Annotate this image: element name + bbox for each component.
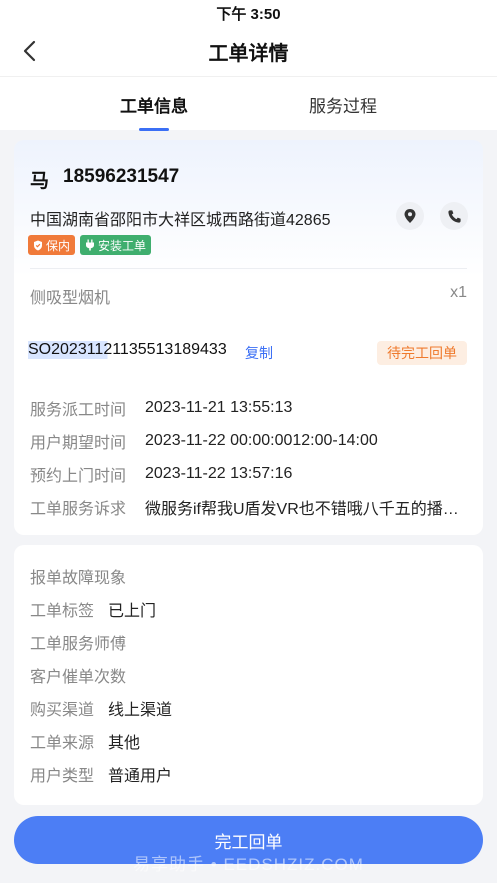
customer-name: 马 xyxy=(30,171,50,192)
field-order-tag: 工单标签 已上门 xyxy=(30,592,473,625)
location-button[interactable] xyxy=(396,202,424,230)
field-reminder-count: 客户催单次数 xyxy=(30,658,473,691)
order-number: SO20231121135513189433 xyxy=(28,341,227,359)
field-value: 已上门 xyxy=(108,602,157,620)
customer-tags: 保内 安装工单 xyxy=(28,235,152,255)
product-row: 侧吸型烟机 x1 xyxy=(30,284,467,308)
field-technician: 工单服务师傅 xyxy=(30,625,473,658)
order-number-row: SO20231121135513189433 复制 待完工回单 xyxy=(14,341,483,365)
product-quantity: x1 xyxy=(450,284,467,301)
tab-order-info[interactable]: 工单信息 xyxy=(79,77,229,131)
field-value: 普通用户 xyxy=(108,767,173,785)
order-card: SO20231121135513189433 复制 待完工回单 服务派工时间 2… xyxy=(14,325,483,535)
field-value: 线上渠道 xyxy=(108,701,173,719)
tag-label: 安装工单 xyxy=(98,238,147,253)
field-label: 工单来源 xyxy=(30,734,95,752)
customer-phone: 18596231547 xyxy=(63,166,180,187)
status-bar: 下午 3:50 xyxy=(0,0,497,26)
page-title: 工单详情 xyxy=(208,42,289,65)
divider xyxy=(30,268,467,269)
field-label: 工单服务诉求 xyxy=(30,500,127,518)
field-label: 客户催单次数 xyxy=(30,668,127,686)
shield-icon xyxy=(34,240,42,250)
field-label: 购买渠道 xyxy=(30,701,95,719)
field-fault: 报单故障现象 xyxy=(30,559,473,592)
customer-address: 中国湖南省邵阳市大祥区城西路街道42865 xyxy=(30,212,331,229)
plug-icon xyxy=(86,239,95,251)
field-label: 用户类型 xyxy=(30,767,95,785)
field-label: 报单故障现象 xyxy=(30,569,127,587)
field-user-type: 用户类型 普通用户 xyxy=(30,757,473,790)
field-value: 2023-11-22 00:00:0012:00-14:00 xyxy=(145,431,378,449)
complete-order-button[interactable]: 完工回单 xyxy=(14,816,483,864)
back-button[interactable] xyxy=(16,38,42,64)
phone-icon xyxy=(447,209,461,223)
tag-label: 保内 xyxy=(46,238,71,253)
order-fields: 服务派工时间 2023-11-21 13:55:13 用户期望时间 2023-1… xyxy=(30,391,473,523)
tab-bar: 工单信息 服务过程 xyxy=(0,76,497,131)
field-purchase-channel: 购买渠道 线上渠道 xyxy=(30,691,473,724)
field-value: 2023-11-21 13:55:13 xyxy=(145,398,293,416)
chevron-left-icon xyxy=(23,40,36,62)
nav-bar: 工单详情 xyxy=(0,26,497,76)
status-badge: 待完工回单 xyxy=(377,341,467,365)
call-button[interactable] xyxy=(440,202,468,230)
field-label: 预约上门时间 xyxy=(30,467,127,485)
field-label: 工单服务师傅 xyxy=(30,635,127,653)
field-label: 工单标签 xyxy=(30,602,95,620)
tag-install: 安装工单 xyxy=(80,235,152,255)
field-value: 2023-11-22 13:57:16 xyxy=(145,464,293,482)
tag-warranty: 保内 xyxy=(28,235,76,255)
field-value: 微服务if帮我U盾发VR也不错哦八千五的播… xyxy=(145,500,459,518)
field-service-request: 工单服务诉求 微服务if帮我U盾发VR也不错哦八千五的播… xyxy=(30,490,473,523)
field-value: 其他 xyxy=(108,734,141,752)
field-expected-time: 用户期望时间 2023-11-22 00:00:0012:00-14:00 xyxy=(30,424,473,457)
field-appointment-time: 预约上门时间 2023-11-22 13:57:16 xyxy=(30,457,473,490)
product-name: 侧吸型烟机 xyxy=(30,290,111,307)
copy-button[interactable]: 复制 xyxy=(245,343,273,363)
field-label: 用户期望时间 xyxy=(30,434,127,452)
tab-label: 工单信息 xyxy=(120,96,188,116)
field-label: 服务派工时间 xyxy=(30,401,127,419)
tab-active-indicator xyxy=(139,128,169,131)
field-order-source: 工单来源 其他 xyxy=(30,724,473,757)
extra-fields: 报单故障现象 工单标签 已上门 工单服务师傅 客户催单次数 购买渠道 线上渠道 … xyxy=(30,559,473,790)
button-label: 完工回单 xyxy=(214,832,283,852)
extra-info-card: 报单故障现象 工单标签 已上门 工单服务师傅 客户催单次数 购买渠道 线上渠道 … xyxy=(14,545,483,805)
tab-service-process[interactable]: 服务过程 xyxy=(268,77,418,131)
status-time: 下午 3:50 xyxy=(216,5,281,23)
tab-label: 服务过程 xyxy=(309,96,377,116)
customer-name-row: 马 18596231547 xyxy=(30,166,179,193)
location-pin-icon xyxy=(404,209,416,223)
field-dispatch-time: 服务派工时间 2023-11-21 13:55:13 xyxy=(30,391,473,424)
